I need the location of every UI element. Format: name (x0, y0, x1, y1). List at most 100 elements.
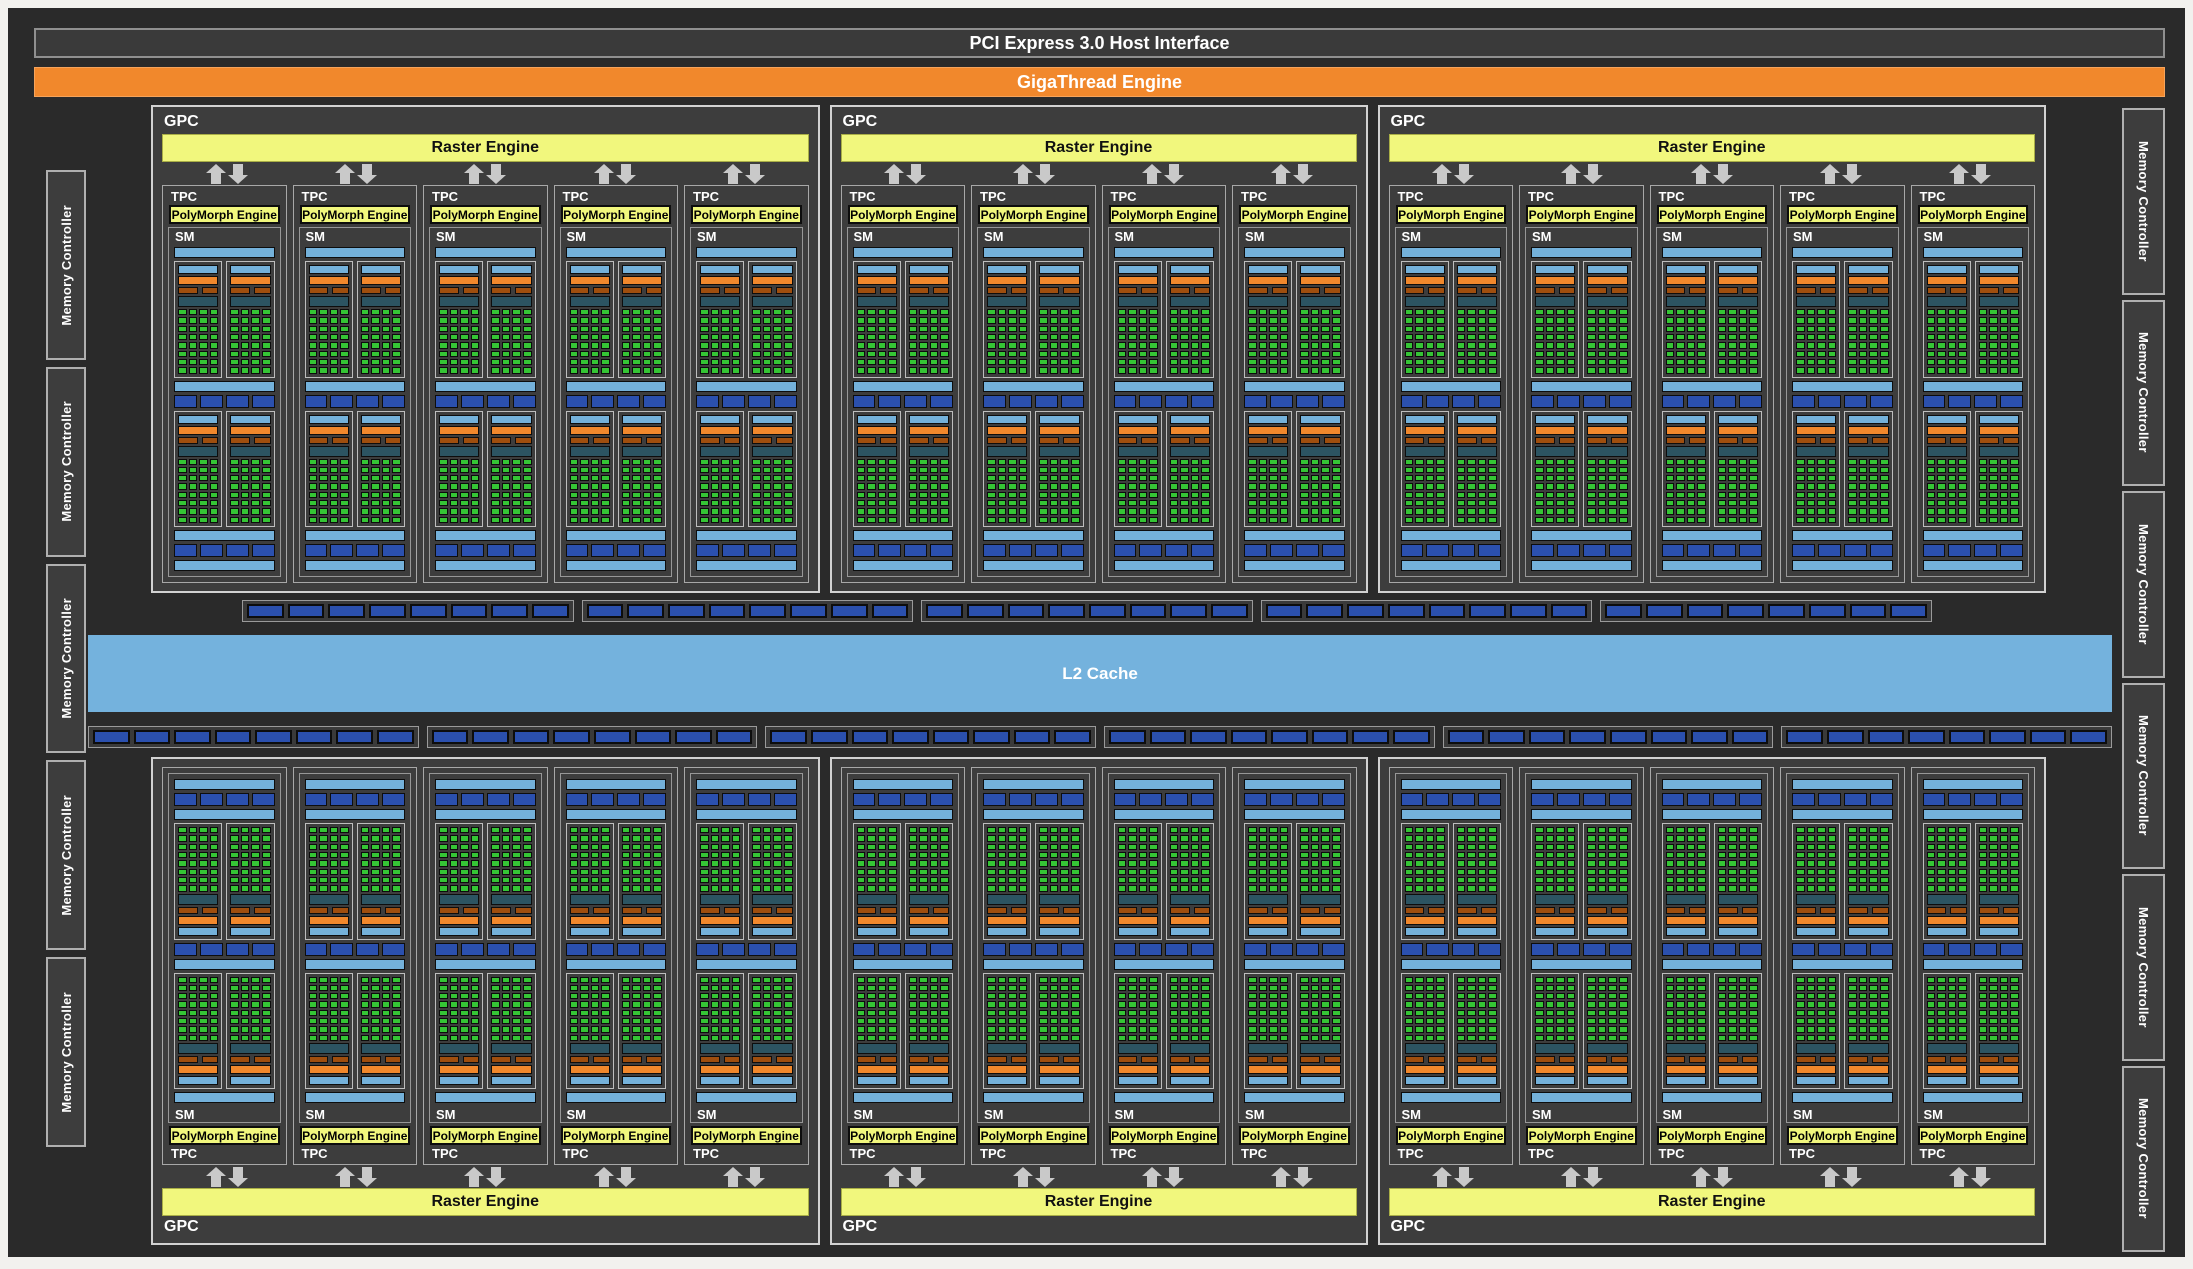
cuda-core-cell (710, 367, 720, 374)
cuda-core-cell (908, 500, 918, 507)
cuda-core-cell (1436, 976, 1445, 983)
cuda-core-cell (783, 325, 793, 332)
cuda-core-cell (1587, 309, 1596, 316)
register-file-bar (908, 893, 949, 905)
cuda-core-cell (1488, 458, 1497, 465)
cuda-core-cell (1310, 1018, 1320, 1025)
instruction-buffer-bar (230, 265, 271, 274)
dispatch-unit-bar (462, 436, 480, 444)
cuda-core-cell (1618, 508, 1628, 515)
cuda-core-cell (1796, 466, 1805, 474)
cuda-core-cell (460, 483, 469, 490)
cuda-core-cell (773, 885, 782, 892)
cuda-core-cell (1415, 1018, 1424, 1025)
cuda-core-grid (1665, 458, 1706, 523)
crossbar-row-above-l2 (242, 600, 1932, 622)
dispatch-unit-bar (1404, 436, 1425, 444)
cuda-core-cell (1190, 876, 1200, 884)
cuda-core-cell (522, 508, 532, 515)
warp-scheduler-bar (1404, 276, 1445, 285)
cuda-core-cell (731, 350, 741, 357)
cuda-core-cell (522, 309, 532, 316)
dispatch-units-row (987, 1056, 1028, 1063)
cuda-core-cell (642, 483, 652, 490)
cuda-core-cell (601, 843, 610, 850)
cuda-core-cell (1180, 984, 1189, 992)
dispatch-units-row (360, 436, 401, 444)
cuda-core-cell (1869, 475, 1878, 482)
processing-block-row (852, 823, 953, 940)
cuda-core-cell (1258, 851, 1268, 859)
instruction-buffer-bar (1169, 265, 1210, 274)
cuda-core-grid (856, 309, 897, 374)
cuda-core-cell (1597, 491, 1607, 499)
instruction-buffer-bar (1587, 265, 1628, 274)
cuda-core-cell (381, 1001, 391, 1008)
dispatch-units-row (752, 1056, 793, 1063)
cuda-core-cell (230, 483, 239, 490)
cuda-core-cell (1300, 500, 1309, 507)
cuda-core-cell (1128, 876, 1137, 884)
cuda-core-cell (1258, 885, 1268, 892)
cuda-core-cell (1300, 860, 1309, 867)
dispatch-unit-bar (201, 1056, 219, 1063)
cuda-core-cell (1728, 508, 1737, 515)
load-store-unit (435, 394, 458, 408)
warp-scheduler-bar (908, 276, 949, 285)
cuda-core-cell (1248, 1026, 1257, 1033)
cuda-core-cell (1060, 1001, 1069, 1008)
cuda-core-cell (392, 475, 401, 482)
dispatch-units-row (1248, 287, 1289, 294)
cuda-core-cell (1248, 835, 1257, 842)
cuda-core-cell (1018, 458, 1028, 465)
cuda-core-cell (1958, 333, 1967, 341)
cuda-core-cell (460, 325, 469, 332)
cuda-core-cell (580, 1009, 589, 1017)
cuda-core-cell (1488, 1009, 1497, 1017)
crossbar-segment (1691, 730, 1728, 744)
cuda-core-cell (1665, 1009, 1675, 1017)
cuda-core-cell (1749, 984, 1758, 992)
cuda-core-cell (1958, 317, 1967, 324)
dispatch-unit-bar (254, 436, 271, 444)
warp-scheduler-bar (1926, 276, 1967, 285)
cuda-core-cell (340, 508, 349, 515)
load-store-units-row (304, 793, 405, 806)
cuda-core-cell (877, 508, 887, 515)
cuda-core-cell (1879, 325, 1889, 332)
cuda-core-cell (1738, 466, 1748, 474)
load-store-units-row (1922, 394, 2023, 408)
cuda-core-cell (1049, 860, 1059, 867)
register-file-bar (700, 893, 741, 905)
cuda-core-cell (1248, 860, 1257, 867)
cuda-core-cell (230, 358, 239, 366)
cuda-core-cell (1008, 309, 1017, 316)
crossbar-segment (966, 604, 1004, 618)
cuda-core-cell (371, 827, 380, 834)
cuda-core-cell (439, 342, 448, 349)
cuda-core-cell (1869, 358, 1878, 366)
cuda-core-cell (360, 843, 370, 850)
cuda-core-cell (1169, 466, 1179, 474)
cuda-core-cell (997, 317, 1007, 324)
cuda-core-cell (178, 508, 187, 515)
cuda-core-cell (908, 358, 918, 366)
crossbar-segment (1849, 604, 1887, 618)
cuda-core-cell (1404, 508, 1414, 515)
cuda-core-cell (1404, 350, 1414, 357)
memory-controller-block: Memory Controller (2122, 299, 2165, 486)
cuda-core-cell (888, 475, 897, 482)
cuda-core-cell (1436, 835, 1445, 842)
cuda-core-cell (580, 1034, 589, 1041)
cuda-core-cell (1138, 309, 1148, 316)
cuda-core-cell (1331, 835, 1341, 842)
cuda-core-cell (908, 851, 918, 859)
cuda-core-cell (1180, 868, 1189, 875)
cuda-core-cell (188, 350, 198, 357)
register-file-bar (1796, 445, 1837, 457)
cuda-core-cell (1138, 508, 1148, 515)
cuda-core-cell (392, 876, 401, 884)
cuda-core-cell (1201, 333, 1210, 341)
cuda-core-cell (721, 860, 730, 867)
cuda-core-cell (251, 993, 260, 1000)
